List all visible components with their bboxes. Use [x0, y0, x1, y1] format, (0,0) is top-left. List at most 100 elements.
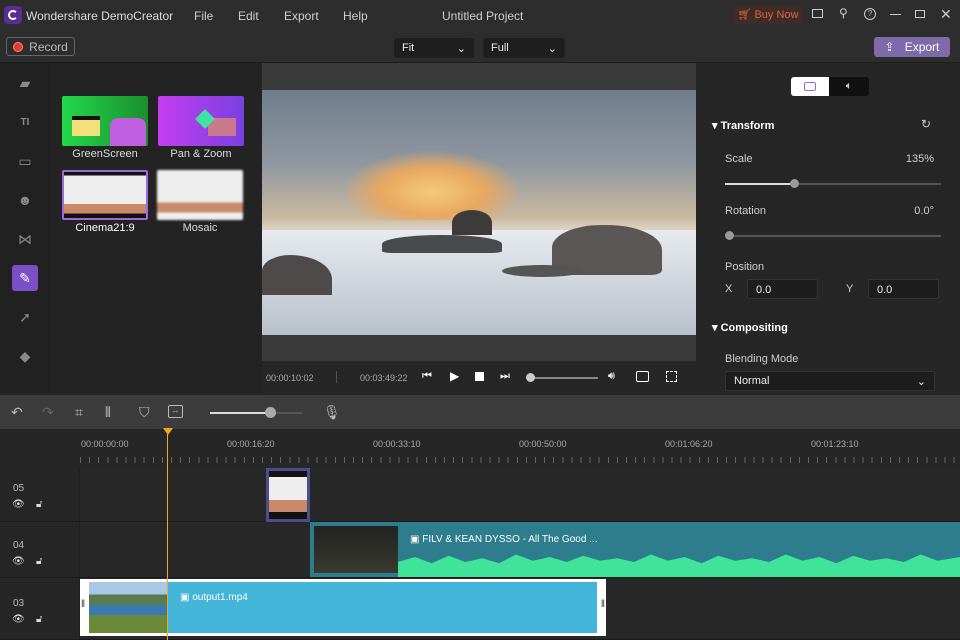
blending-mode-value: Normal — [734, 375, 770, 387]
ruler-tick-label: 00:01:23:10 — [811, 439, 859, 449]
volume-knob[interactable] — [525, 373, 535, 382]
title-bar: Wondershare DemoCreator File Edit Export… — [0, 0, 960, 32]
fit-dropdown[interactable]: Fit ⌄ — [394, 38, 474, 58]
fit-timeline-icon[interactable]: ↔ — [168, 405, 183, 418]
trim-handle-right[interactable]: ‖ — [601, 599, 605, 610]
close-icon[interactable]: ✕ — [940, 6, 952, 23]
effects-magic-wand-icon[interactable]: ✎ — [12, 265, 38, 291]
undo-icon[interactable]: ↶ — [11, 404, 23, 421]
eye-icon[interactable]: 👁︎ — [12, 499, 25, 510]
marker-icon[interactable]: ⛉ — [139, 404, 150, 421]
effect-pan-zoom-thumb[interactable] — [158, 96, 244, 146]
track-04: 04 👁︎ 🔓︎ ▣ FILV & KEAN DYSSO - All The Goo… — [0, 522, 960, 578]
menu-file[interactable]: File — [194, 9, 213, 23]
track-header: 05 👁︎ 🔓︎ — [0, 467, 80, 521]
media-folder-icon[interactable]: ▰ — [12, 70, 38, 96]
snapshot-icon[interactable] — [636, 371, 649, 382]
play-icon[interactable]: ▶ — [450, 369, 459, 383]
position-y-input[interactable]: 0.0 — [868, 279, 939, 299]
output-clip[interactable]: ▣ output1.mp4 ‖ ‖ — [80, 579, 606, 636]
volume-slider[interactable] — [525, 373, 598, 382]
menu-help[interactable]: Help — [343, 9, 368, 23]
effect-clip[interactable] — [266, 468, 310, 522]
cart-icon: 🛒︎ — [737, 9, 752, 21]
scale-knob[interactable] — [790, 179, 800, 188]
effect-mosaic-thumb[interactable] — [157, 170, 243, 220]
transition-icon[interactable]: ⋈ — [12, 226, 38, 252]
transform-title: Transform — [720, 120, 775, 132]
text-icon[interactable]: TI — [12, 109, 38, 135]
effect-cinema-thumb[interactable] — [62, 170, 148, 220]
user-icon[interactable]: ⚲ — [839, 6, 848, 20]
maximize-icon[interactable] — [915, 10, 925, 18]
position-x-input[interactable]: 0.0 — [747, 279, 818, 299]
transform-section-header[interactable]: ▾ Transform — [712, 119, 774, 132]
timeline-zoom-knob[interactable] — [264, 407, 276, 418]
video-icon: ▣ — [410, 534, 423, 545]
properties-panel: 🔈︎ ▾ Transform ↻ Scale 135% Rotation 0.0… — [696, 63, 960, 393]
minimize-icon[interactable] — [890, 14, 901, 15]
rotation-slider[interactable] — [725, 231, 941, 240]
rotation-knob[interactable] — [725, 231, 734, 240]
eye-icon[interactable]: 👁︎ — [12, 614, 25, 625]
chevron-down-icon: ⌄ — [916, 376, 926, 388]
annotation-icon[interactable]: ▭ — [12, 148, 38, 174]
redo-icon[interactable]: ↷ — [42, 404, 54, 421]
buy-now-button[interactable]: 🛒︎ Buy Now — [734, 5, 802, 24]
timeline-toolbar: ↶ ↷ ⌗ ⫴ ⛉ ↔ 🎙︎ — [0, 395, 960, 429]
microphone-icon[interactable]: 🎙︎ — [323, 404, 341, 421]
lock-icon[interactable]: 🔓︎ — [36, 614, 42, 625]
trim-handle-left[interactable]: ‖ — [81, 599, 85, 610]
toolbar: Record Fit ⌄ Full ⌄ ⇪ Export — [0, 32, 960, 63]
effect-label: GreenScreen — [72, 148, 138, 160]
mail-icon[interactable] — [812, 9, 823, 18]
crop-icon[interactable]: ⌗ — [75, 404, 83, 421]
stop-icon[interactable] — [475, 372, 484, 381]
track-number: 05 — [13, 483, 25, 494]
help-icon[interactable]: ? — [864, 8, 876, 20]
preview-video-frame — [262, 90, 696, 335]
effect-label: Mosaic — [182, 222, 218, 234]
ruler-ticks — [80, 457, 960, 463]
track-header: 03 👁︎ 🔓︎ — [0, 578, 80, 639]
effect-greenscreen-thumb[interactable] — [62, 96, 148, 146]
sticker-icon[interactable]: ☻ — [12, 187, 38, 213]
export-button[interactable]: ⇪ Export — [874, 37, 950, 57]
cursor-effect-icon[interactable]: ➚ — [12, 304, 38, 330]
rotation-label: Rotation — [725, 205, 766, 217]
audio-effect-icon[interactable]: ◆ — [12, 343, 38, 369]
music-video-clip[interactable]: ▣ FILV & KEAN DYSSO - All The Good ... — [310, 522, 960, 577]
playhead-handle[interactable] — [163, 428, 173, 435]
buy-now-label: Buy Now — [754, 8, 799, 21]
reset-icon[interactable]: ↻ — [921, 117, 931, 131]
app-logo-icon — [4, 6, 22, 24]
lock-icon[interactable]: 🔓︎ — [36, 499, 42, 510]
ruler-tick-label: 00:00:16:20 — [227, 439, 275, 449]
blending-mode-label: Blending Mode — [725, 353, 799, 365]
playhead[interactable] — [167, 429, 168, 640]
clip-thumbnail — [89, 582, 167, 633]
video-tab[interactable] — [791, 77, 829, 96]
previous-frame-icon[interactable]: ⏮ — [422, 370, 432, 383]
eye-icon[interactable]: 👁︎ — [12, 556, 25, 567]
position-label: Position — [725, 261, 765, 273]
menu-edit[interactable]: Edit — [238, 9, 259, 23]
compositing-section-header[interactable]: ▾ Compositing — [712, 321, 788, 334]
clip-name: output1.mp4 — [192, 592, 248, 603]
next-frame-icon[interactable]: ⏭ — [500, 370, 510, 383]
record-button[interactable]: Record — [6, 37, 75, 56]
split-icon[interactable]: ⫴ — [105, 404, 111, 421]
effect-label: Cinema21:9 — [75, 222, 135, 234]
audio-tab[interactable]: 🔈︎ — [829, 77, 869, 96]
menu-export[interactable]: Export — [284, 9, 319, 23]
lock-icon[interactable]: 🔓︎ — [36, 556, 42, 567]
speaker-icon: 🔈︎ — [845, 80, 853, 92]
volume-icon[interactable]: 🔊︎ — [608, 370, 615, 383]
scale-slider[interactable] — [725, 179, 941, 188]
video-icon: ▣ — [180, 592, 193, 603]
compositing-title: Compositing — [720, 322, 788, 334]
quality-dropdown[interactable]: Full ⌄ — [483, 38, 565, 58]
blending-mode-dropdown[interactable]: Normal ⌄ — [725, 371, 935, 391]
fullscreen-icon[interactable] — [666, 371, 677, 382]
timeline-zoom-slider[interactable] — [210, 407, 302, 418]
